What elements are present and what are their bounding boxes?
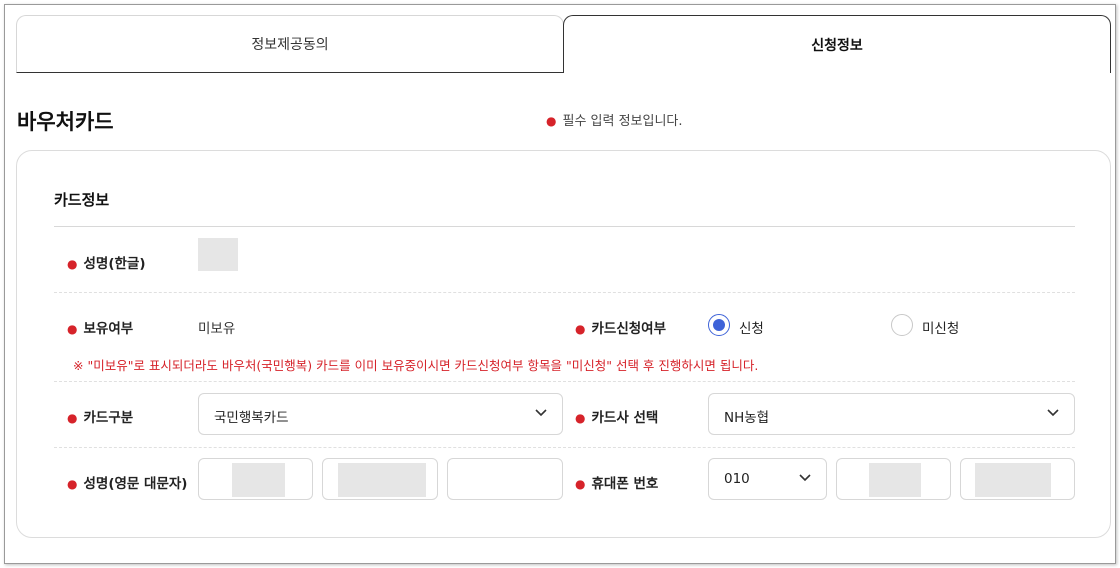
ownership-label: ● 보유여부 (67, 317, 133, 337)
masked-value (232, 463, 285, 497)
phone-prefix-select[interactable]: 010 (708, 458, 827, 500)
card-type-select[interactable]: 국민행복카드 (198, 393, 563, 435)
masked-value (338, 463, 426, 497)
phone-last-input[interactable] (960, 458, 1075, 500)
radio-not-apply-label[interactable]: 미신청 (922, 317, 959, 337)
radio-apply[interactable] (708, 314, 730, 336)
name-english-label-text: 성명(영문 대문자) (83, 476, 188, 492)
tab-bar: 정보제공동의 신청정보 (16, 15, 1111, 73)
card-type-selected: 국민행복카드 (214, 410, 289, 426)
phone-middle-input[interactable] (836, 458, 951, 500)
card-apply-label-text: 카드신청여부 (591, 321, 667, 337)
required-dot-icon: ● (67, 411, 78, 425)
name-english-input-1[interactable] (198, 458, 313, 500)
divider (54, 381, 1075, 382)
card-info-title: 카드정보 (54, 191, 110, 209)
name-korean-label-text: 성명(한글) (83, 256, 146, 272)
phone-prefix-selected: 010 (724, 471, 750, 487)
card-info-panel: 카드정보 ● 성명(한글) ● 보유여부 미보유 ● 카드신청여부 신청 미신청 ※ … (16, 150, 1111, 538)
card-type-label: ● 카드구분 (67, 406, 133, 426)
tab-consent[interactable]: 정보제공동의 (16, 15, 564, 73)
card-apply-label: ● 카드신청여부 (575, 317, 666, 337)
ownership-label-text: 보유여부 (83, 321, 134, 337)
chevron-down-icon (799, 474, 811, 482)
required-dot-icon: ● (575, 322, 586, 336)
card-company-selected: NH농협 (724, 410, 770, 426)
phone-label: ● 휴대폰 번호 (575, 472, 658, 492)
divider (54, 447, 1075, 448)
divider (54, 292, 1075, 293)
required-note: ● 필수 입력 정보입니다. (546, 110, 683, 129)
card-company-select[interactable]: NH농협 (708, 393, 1075, 435)
required-dot-icon: ● (546, 114, 557, 128)
radio-apply-label[interactable]: 신청 (739, 317, 764, 337)
required-note-text: 필수 입력 정보입니다. (562, 114, 683, 129)
required-dot-icon: ● (575, 477, 586, 491)
tab-application-info[interactable]: 신청정보 (563, 15, 1111, 73)
card-type-label-text: 카드구분 (83, 410, 134, 426)
chevron-down-icon (1047, 409, 1059, 417)
divider (54, 226, 1075, 227)
card-company-label: ● 카드사 선택 (575, 406, 658, 426)
masked-value (869, 463, 921, 497)
tab-application-info-label: 신청정보 (811, 37, 863, 54)
name-korean-value-masked (198, 238, 238, 271)
card-company-label-text: 카드사 선택 (591, 410, 659, 426)
name-english-input-2[interactable] (322, 458, 438, 500)
radio-not-apply[interactable] (891, 314, 913, 336)
required-dot-icon: ● (67, 257, 78, 271)
ownership-notice: ※ "미보유"로 표시되더라도 바우처(국민행복) 카드를 이미 보유중이시면 … (73, 358, 759, 373)
phone-label-text: 휴대폰 번호 (591, 476, 659, 492)
ownership-value: 미보유 (198, 321, 236, 337)
name-korean-label: ● 성명(한글) (67, 252, 146, 272)
required-dot-icon: ● (575, 411, 586, 425)
required-dot-icon: ● (67, 477, 78, 491)
name-english-input-3[interactable] (447, 458, 563, 500)
masked-value (975, 463, 1051, 497)
required-dot-icon: ● (67, 322, 78, 336)
name-english-label: ● 성명(영문 대문자) (67, 472, 187, 492)
chevron-down-icon (535, 409, 547, 417)
tab-consent-label: 정보제공동의 (251, 37, 329, 53)
section-title: 바우처카드 (17, 110, 114, 134)
